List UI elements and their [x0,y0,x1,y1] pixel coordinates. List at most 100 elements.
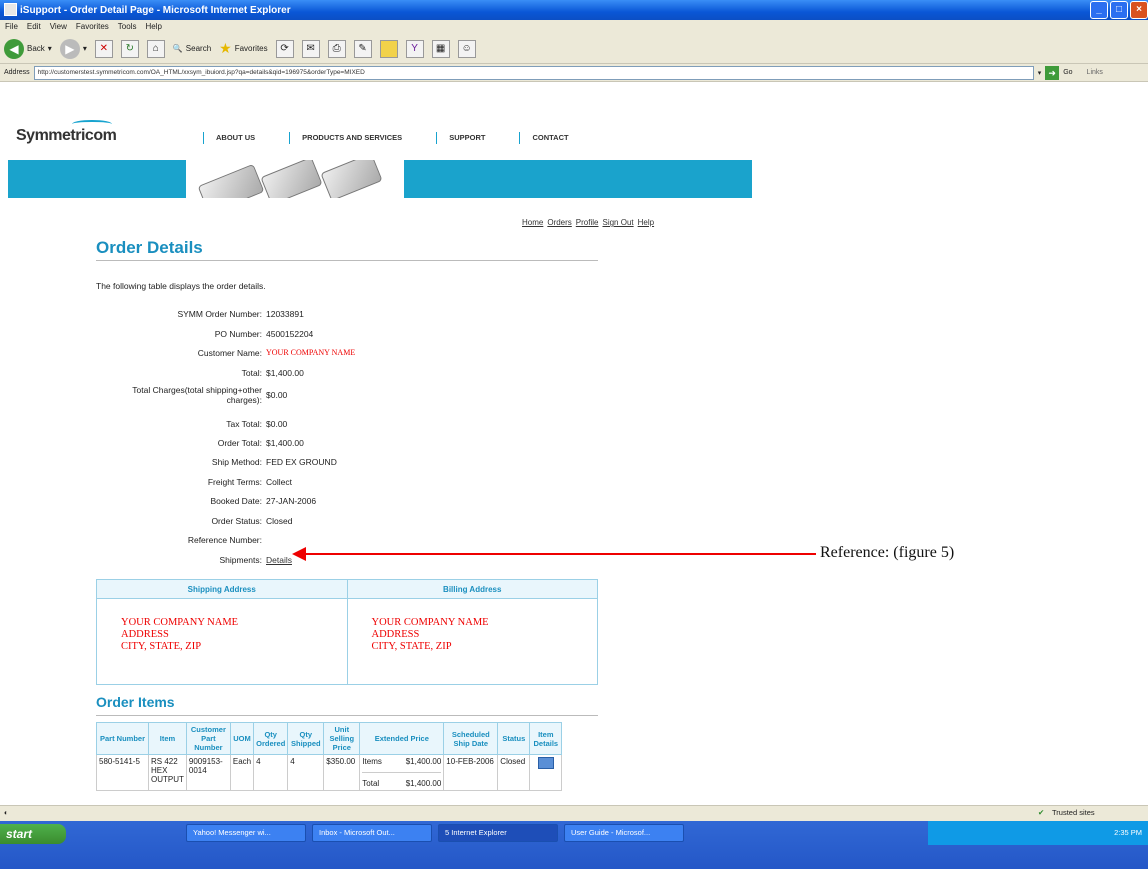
col-qty-ordered: Qty Ordered [253,722,289,755]
detail-order-status: Order Status: Closed [211,516,293,526]
detail-freight-terms: Freight Terms: Collect [207,477,292,487]
nav-about-us[interactable]: ABOUT US [203,132,255,144]
nav-products-and-services[interactable]: PRODUCTS AND SERVICES [289,132,402,144]
nav-contact[interactable]: CONTACT [519,132,569,144]
detail-order-number: SYMM Order Number: 12033891 [177,309,304,319]
col-customer-part: Customer Part Number [185,722,231,755]
menu-tools[interactable]: Tools [118,20,137,34]
col-item-details: Item Details [529,722,563,755]
home-icon[interactable]: ⌂ [146,39,165,58]
billing-address: YOUR COMPANY NAME ADDRESS CITY, STATE, Z… [371,617,489,652]
link-profile[interactable]: Profile [576,218,599,227]
search-button[interactable]: 🔍 Search [173,44,211,53]
print-icon[interactable]: ⎙ [327,39,346,58]
order-items-table: Part Number Item Customer Part Number UO… [96,722,563,791]
address-dropdown-icon[interactable]: ▾ [1038,69,1042,77]
shipping-address-header: Shipping Address [97,580,348,598]
address-bar: Address http://customerstest.symmetricom… [0,64,1148,82]
taskbar: start Yahoo! Messenger wi... Inbox - Mic… [0,821,1148,869]
maximize-button[interactable]: □ [1110,1,1128,19]
forward-button[interactable]: ▶ ▾ [59,38,87,59]
refresh-icon[interactable]: ↻ [120,39,139,58]
task-outlook-inbox[interactable]: Inbox - Microsoft Out... [312,824,432,842]
address-url: http://customerstest.symmetricom.com/OA_… [37,69,365,76]
col-extended-price: Extended Price [359,722,445,755]
table-header-row: Part Number Item Customer Part Number UO… [96,722,563,755]
detail-po-number: PO Number: 4500152204 [214,329,314,339]
detail-ship-method: Ship Method: FED EX GROUND [211,457,337,467]
forward-arrow-icon: ▶ [59,38,80,59]
intro-text: The following table displays the order d… [96,281,266,291]
window-title: iSupport - Order Detail Page - Microsoft… [20,4,291,16]
detail-booked-date: Booked Date: 27-JAN-2006 [210,496,317,506]
menu-file[interactable]: File [5,20,18,34]
links-button[interactable]: Links [1087,69,1103,76]
site-nav: ABOUT US PRODUCTS AND SERVICES SUPPORT C… [203,132,603,144]
edit-icon[interactable]: ✎ [353,39,372,58]
mail-icon[interactable]: ✉ [301,39,320,58]
menu-favorites[interactable]: Favorites [76,20,109,34]
link-orders[interactable]: Orders [547,218,571,227]
close-button[interactable]: × [1130,1,1148,19]
star-icon: ★ [219,40,232,56]
stop-icon[interactable]: ✕ [94,39,113,58]
favorites-button[interactable]: ★ Favorites [219,40,267,57]
item-details-icon[interactable] [537,757,554,769]
research-icon[interactable]: ▦ [431,39,450,58]
col-uom: UOM [229,722,255,755]
task-internet-explorer[interactable]: 5 Internet Explorer [438,824,558,842]
task-yahoo-messenger[interactable]: Yahoo! Messenger wi... [186,824,306,842]
status-bar: ◐ ✔ Trusted sites [0,805,1148,821]
back-arrow-icon: ◀ [4,38,24,59]
billing-address-header: Billing Address [443,585,502,594]
order-items-title: Order Items [96,694,175,710]
col-item: Item [148,722,187,755]
security-zone: Trusted sites [1052,808,1095,817]
page-status-icon: ◐ [4,808,9,817]
go-arrow-icon[interactable]: ➜ [1045,65,1060,80]
detail-order-total: Order Total: $1,400.00 [217,438,304,448]
address-table: Shipping Address Billing Address YOUR CO… [96,579,598,685]
link-help[interactable]: Help [638,218,654,227]
detail-total-charges: Total Charges(total shipping+other charg… [132,385,288,405]
go-button[interactable]: Go [1063,69,1072,76]
search-icon: 🔍 [172,44,183,53]
back-button[interactable]: ◀ Back ▾ [4,38,52,59]
task-user-guide[interactable]: User Guide - Microsof... [564,824,684,842]
annotation-arrow-line [300,553,816,555]
extended-price-cell: Items $1,400.00 Total $1,400.00 [359,754,445,791]
yahoo-icon[interactable]: Y [405,39,424,58]
page-title: Order Details [96,238,203,257]
menu-edit[interactable]: Edit [27,20,41,34]
folder-icon[interactable] [379,39,398,58]
page-content: Symmetricom ABOUT US PRODUCTS AND SERVIC… [0,82,1148,805]
trusted-sites-icon: ✔ [1038,808,1045,817]
menu-bar: File Edit View Favorites Tools Help [0,20,1148,34]
shipping-address: YOUR COMPANY NAME ADDRESS CITY, STATE, Z… [97,599,348,685]
col-ship-date: Scheduled Ship Date [443,722,499,755]
banner-keypad-image [186,160,404,198]
site-logo[interactable]: Symmetricom [16,127,117,145]
browser-toolbar: ◀ Back ▾ ▶ ▾ ✕ ↻ ⌂ 🔍 Search ★ Favorites ⟳ ✉… [0,34,1148,64]
messenger-icon[interactable]: ☺ [457,39,476,58]
menu-help[interactable]: Help [145,20,161,34]
title-divider [96,260,598,261]
utility-links: Home Orders Profile Sign Out Help [522,218,654,227]
minimize-button[interactable]: _ [1090,1,1108,19]
detail-total: Total: $1,400.00 [241,368,304,378]
window-titlebar: iSupport - Order Detail Page - Microsoft… [0,0,1148,20]
link-home[interactable]: Home [522,218,543,227]
address-input[interactable]: http://customerstest.symmetricom.com/OA_… [33,65,1034,80]
table-row: 580-5141-5 RS 422 HEX OUTPUT 9009153-001… [96,754,563,791]
ie-app-icon [4,3,17,16]
detail-reference-number: Reference Number: [187,535,262,545]
clock: 2:35 PM [1114,828,1142,837]
logo-swoosh [72,120,112,128]
history-icon[interactable]: ⟳ [275,39,294,58]
nav-support[interactable]: SUPPORT [436,132,485,144]
menu-view[interactable]: View [50,20,67,34]
link-sign-out[interactable]: Sign Out [602,218,633,227]
start-button[interactable]: start [0,824,66,844]
items-divider [96,715,598,716]
shipment-details-link[interactable]: Details [266,555,292,565]
